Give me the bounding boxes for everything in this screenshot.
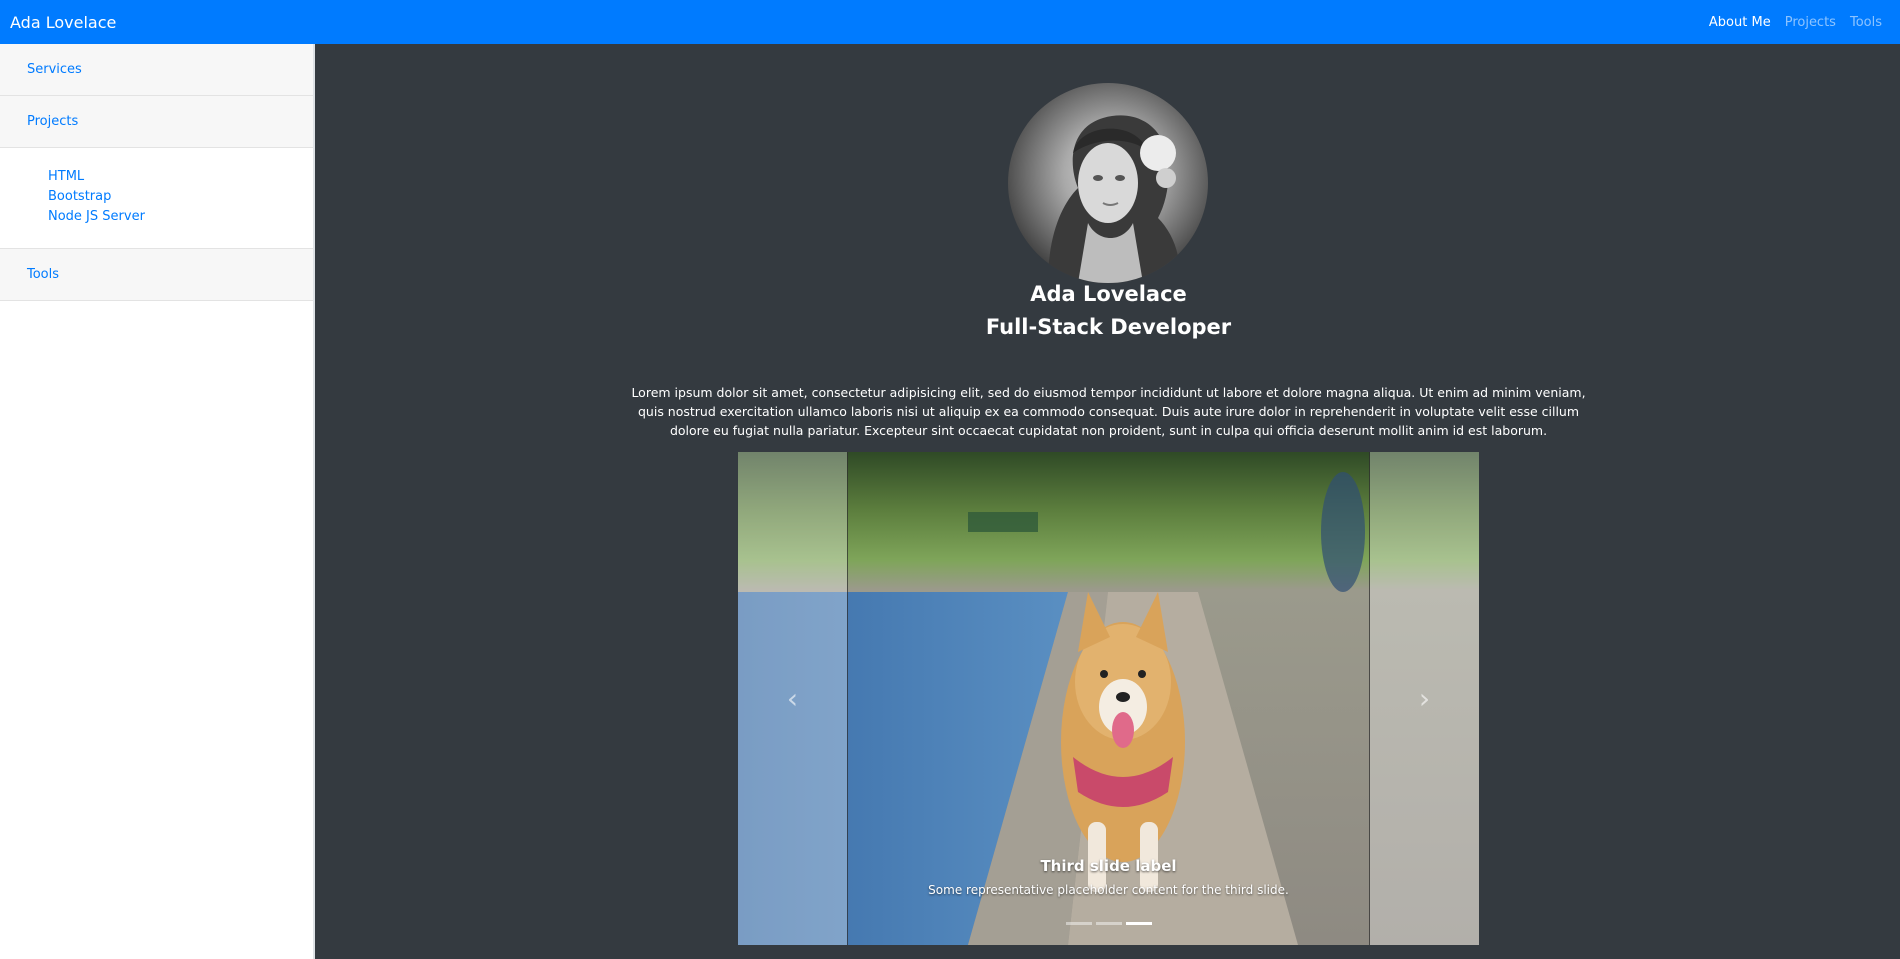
sidebar-projects-submenu: HTML Bootstrap Node JS Server: [0, 148, 313, 249]
navbar-brand[interactable]: Ada Lovelace: [10, 13, 116, 32]
chevron-left-icon: ‹: [786, 682, 799, 715]
sidebar-sublink-node-js-server[interactable]: Node JS Server: [48, 207, 313, 227]
main-content: Ada Lovelace Full-Stack Developer Lorem …: [317, 44, 1900, 959]
carousel-caption: Third slide label Some representative pl…: [738, 857, 1479, 897]
profile-role: Full-Stack Developer: [985, 315, 1232, 339]
navbar-links: About Me Projects Tools: [1709, 15, 1890, 30]
profile-name: Ada Lovelace: [1030, 282, 1187, 306]
carousel-indicator-1[interactable]: [1065, 922, 1092, 925]
sidebar: Services Projects HTML Bootstrap Node JS…: [0, 44, 315, 959]
portrait-image: [1048, 115, 1180, 283]
carousel-indicator-2[interactable]: [1095, 922, 1122, 925]
carousel-caption-title: Third slide label: [1040, 857, 1177, 875]
carousel-caption-text: Some representative placeholder content …: [928, 883, 1289, 897]
sidebar-item-projects[interactable]: Projects: [0, 96, 313, 148]
nav-link-tools[interactable]: Tools: [1850, 15, 1882, 30]
profile-bio: Lorem ipsum dolor sit amet, consectetur …: [631, 385, 1586, 438]
chevron-right-icon: ›: [1418, 682, 1431, 715]
carousel-indicator-3[interactable]: [1125, 922, 1152, 925]
sidebar-item-services[interactable]: Services: [0, 44, 313, 96]
nav-link-about-me[interactable]: About Me: [1709, 15, 1771, 30]
sidebar-sublink-bootstrap[interactable]: Bootstrap: [48, 187, 313, 207]
top-navbar: Ada Lovelace About Me Projects Tools: [0, 0, 1900, 44]
sidebar-sublink-html[interactable]: HTML: [48, 167, 313, 187]
profile-avatar: [1008, 83, 1208, 283]
sidebar-item-tools[interactable]: Tools: [0, 249, 313, 301]
carousel-indicators: [738, 922, 1479, 925]
nav-link-projects[interactable]: Projects: [1785, 15, 1836, 30]
image-carousel: ‹ › Third slide label Some representativ…: [738, 452, 1479, 945]
